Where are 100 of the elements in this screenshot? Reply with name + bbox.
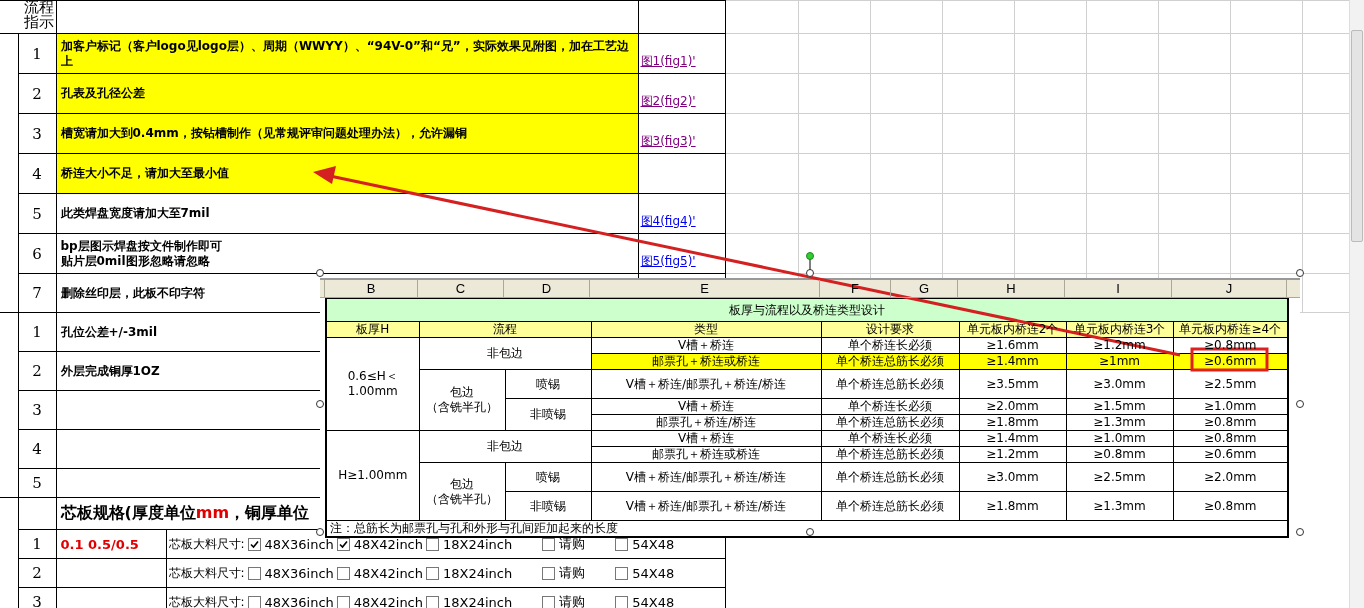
table-cell: 单个桥连总筋长必须 (821, 491, 959, 521)
table-cell: V槽＋桥连/邮票孔＋桥连/桥连 (591, 491, 821, 521)
process-name: 包边 （含铣半孔） (426, 385, 498, 415)
row-number: 3 (32, 401, 42, 419)
row-number: 3 (32, 124, 42, 143)
process-name: 非包边 (487, 439, 523, 454)
row-number: 2 (32, 362, 42, 380)
resize-handle[interactable] (1296, 269, 1304, 277)
instruction-text: 桥连大小不足，请加大至最小值 (60, 166, 229, 181)
instruction-text: 槽宽请加大到0.4mm，按钻槽制作（见常规评审问题处理办法），允许漏铜 (60, 126, 467, 141)
checkbox-label: 48X42inch (353, 565, 423, 581)
table-header: 板厚H (355, 322, 391, 337)
checkbox-label: 18X24inch (443, 594, 513, 608)
table-header: 流程 (492, 322, 518, 337)
table-cell: V槽＋桥连/邮票孔＋桥连/桥连 (591, 462, 821, 492)
table-cell: 单个桥连长必须 (821, 430, 959, 447)
table-cell: 单个桥连总筋长必须 (821, 446, 959, 463)
row-number: 1 (32, 323, 42, 341)
thickness-range: 0.6≤H＜ 1.00mm (347, 369, 398, 399)
row-number: 4 (32, 164, 42, 183)
table-cell: ≥0.8mm (1066, 446, 1173, 463)
table-cell: 单个桥连总筋长必须 (821, 414, 959, 431)
table-cell: 单个桥连总筋长必须 (821, 369, 959, 399)
vertical-scrollbar[interactable] (1349, 0, 1364, 608)
section-title: 芯板规格(厚度单位mm，铜厚单位 (60, 503, 310, 522)
row-number: 2 (32, 84, 42, 103)
checkbox[interactable] (542, 566, 556, 580)
resize-handle[interactable] (316, 528, 324, 536)
checkbox[interactable] (542, 595, 556, 608)
checkbox[interactable] (336, 595, 350, 608)
table-header: 单元板内桥连3个 (1072, 322, 1167, 337)
checkbox-label: 54X48 (632, 594, 675, 608)
table-cell: V槽＋桥连 (591, 398, 821, 415)
resize-handle[interactable] (1296, 400, 1304, 408)
table-header: 单元板内桥连≥4个 (1178, 322, 1283, 337)
check-item: 外层完成铜厚1OZ (60, 363, 160, 378)
field-label: 芯板大料尺寸: (168, 593, 245, 608)
table-cell: ≥3.5mm (959, 369, 1066, 399)
resize-handle[interactable] (316, 400, 324, 408)
instruction-text: bp层图示焊盘按文件制作即可 (60, 238, 222, 254)
table-cell: ≥1.8mm (959, 491, 1066, 521)
checkbox-label: 请购 (559, 564, 586, 582)
checkbox-label: 48X36inch (264, 536, 334, 552)
table-cell: 邮票孔＋桥连或桥连 (591, 446, 821, 463)
table-cell: V槽＋桥连 (591, 430, 821, 447)
row-number: 3 (32, 593, 42, 608)
checkbox-label: 48X42inch (353, 536, 423, 552)
table-cell: ≥1.0mm (1173, 398, 1289, 415)
row-number: 4 (32, 440, 42, 458)
table-cell: ≥1.3mm (1066, 491, 1173, 521)
checkbox-label: 请购 (559, 593, 586, 608)
checkbox[interactable] (247, 537, 261, 551)
resize-handle[interactable] (806, 269, 814, 277)
row-number: 5 (32, 204, 42, 223)
instruction-text: 此类焊盘宽度请加大至7mil (60, 206, 210, 221)
table-cell: ≥1.0mm (1066, 430, 1173, 447)
table-cell: ≥0.6mm (1173, 446, 1289, 463)
scrollbar-thumb[interactable] (1351, 30, 1363, 242)
checkbox[interactable] (426, 595, 439, 608)
table-note: 注：总筋长为邮票孔与孔和外形与孔间距加起来的长度 (330, 521, 618, 536)
process-variant: 喷锡 (536, 469, 560, 485)
row-number: 6 (32, 244, 42, 263)
table-cell: ≥1.2mm (959, 446, 1066, 463)
checkbox[interactable] (615, 595, 629, 608)
process-name: 包边 （含铣半孔） (426, 476, 498, 507)
table-cell: 单个桥连长必须 (821, 337, 959, 354)
table-cell: ≥1.4mm (959, 430, 1066, 447)
resize-handle[interactable] (316, 269, 324, 277)
checkbox[interactable] (336, 566, 350, 580)
table-cell: ≥1.6mm (959, 337, 1066, 354)
checkbox-label: 18X24inch (443, 565, 513, 581)
row-number: 1 (32, 44, 42, 63)
core-thickness: 0.1 0.5/0.5 (60, 536, 139, 552)
checkbox-label: 48X36inch (264, 565, 334, 581)
table-cell: V槽＋桥连/邮票孔＋桥连/桥连 (591, 369, 821, 399)
instruction-text: 加客户标记（客户logo见logo层）、周期（WWYY）、“94V-0”和“兄”，实际效果见附图，加在工艺边上 (60, 38, 634, 69)
table-cell: 单个桥连总筋长必须 (821, 462, 959, 492)
process-name: 非包边 (487, 346, 523, 361)
checkbox[interactable] (615, 566, 629, 580)
table-cell: ≥0.8mm (1173, 414, 1289, 431)
checkbox-label: 请购 (559, 535, 586, 553)
field-label: 芯板大料尺寸: (168, 535, 245, 553)
resize-handle[interactable] (806, 528, 814, 536)
table-cell: ≥1.3mm (1066, 414, 1173, 431)
table-cell: 单个桥连长必须 (821, 398, 959, 415)
checkbox-label: 48X42inch (353, 594, 423, 608)
instruction-text: 贴片层0mil图形忽略请忽略 (60, 253, 210, 269)
table-cell: ≥2.0mm (959, 398, 1066, 415)
process-variant: 非喷锡 (530, 407, 566, 422)
table-header: 类型 (693, 322, 719, 337)
rotate-handle[interactable] (806, 252, 814, 271)
checkbox[interactable] (247, 595, 261, 608)
table-cell: ≥0.8mm (1173, 430, 1289, 447)
row-number: 1 (32, 535, 42, 553)
column-label: 指示 (23, 15, 54, 30)
checkbox[interactable] (426, 566, 439, 580)
resize-handle[interactable] (1296, 528, 1304, 536)
field-label: 芯板大料尺寸: (168, 564, 245, 582)
instruction-text: 孔表及孔径公差 (60, 86, 145, 101)
checkbox[interactable] (247, 566, 261, 580)
